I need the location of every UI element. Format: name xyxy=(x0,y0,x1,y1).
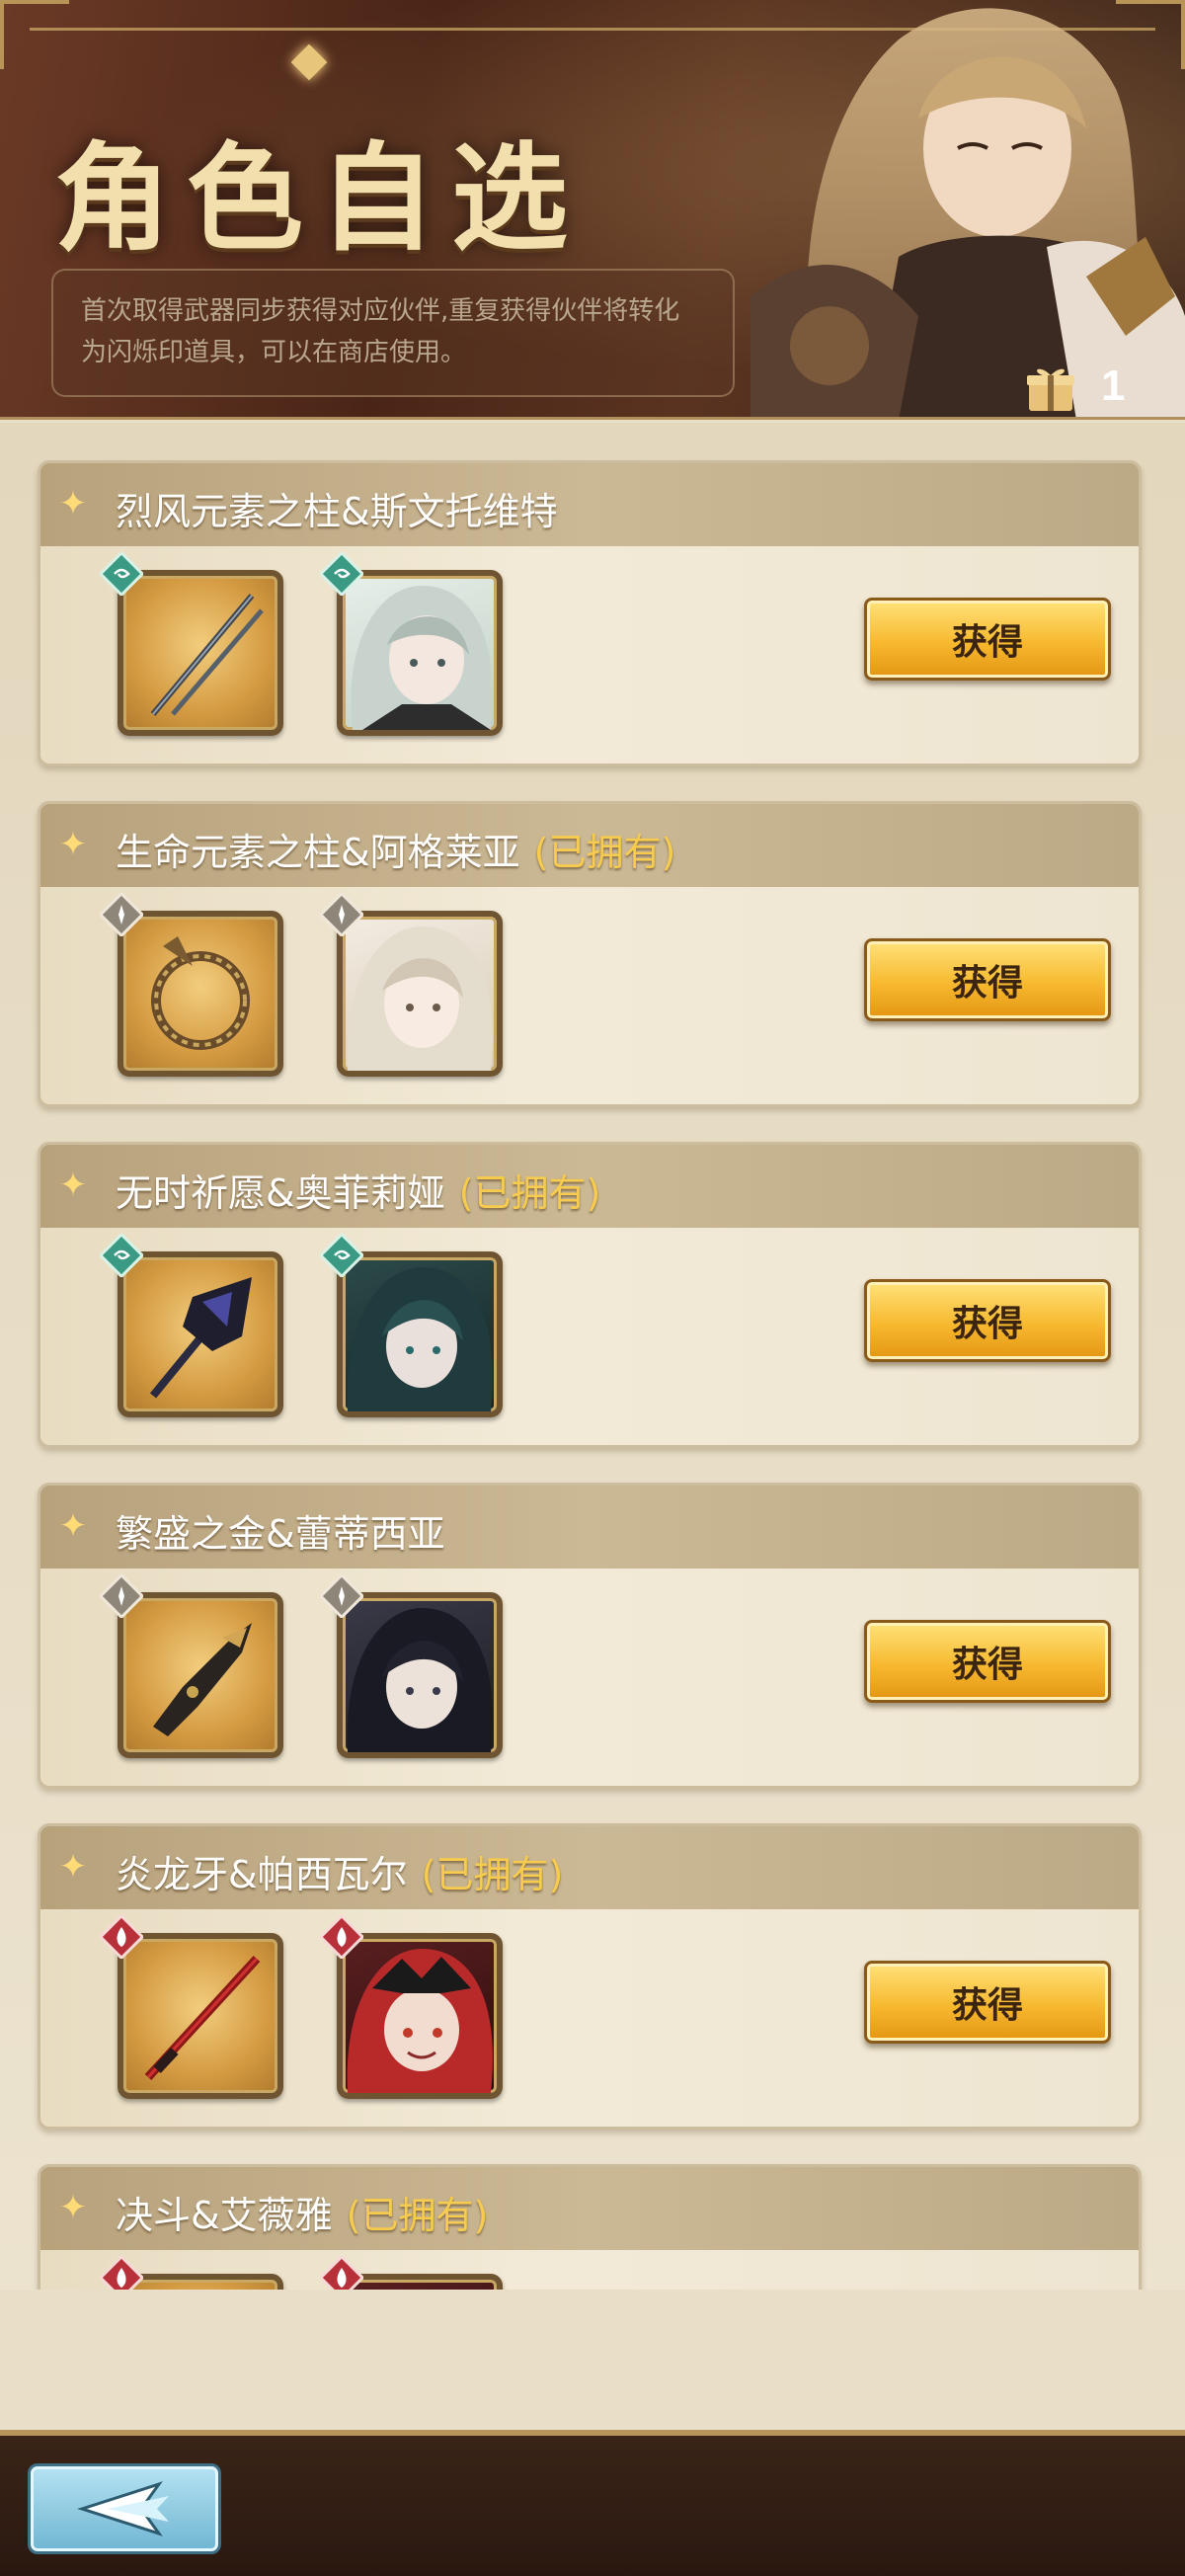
gift-icon[interactable] xyxy=(1025,365,1076,413)
card-title: 烈风元素之柱&斯文托维特 xyxy=(116,481,558,535)
sparkle-icon: ✦ xyxy=(58,825,88,864)
card-title: 无时祈愿&奥菲莉娅 (已拥有) xyxy=(116,1163,600,1217)
card-header: ✦ 炎龙牙&帕西瓦尔 (已拥有) xyxy=(40,1826,1139,1909)
light-element-icon xyxy=(320,1574,363,1618)
card-header: ✦ 决斗&艾薇雅 (已拥有) xyxy=(40,2167,1139,2250)
item-name: 炎龙牙&帕西瓦尔 xyxy=(116,1853,408,1896)
description-text: 首次取得武器同步获得对应伙伴,重复获得伙伴将转化为闪烁印道具，可以在商店使用。 xyxy=(81,296,680,367)
owned-tag: (已拥有) xyxy=(458,1171,601,1215)
description-box: 首次取得武器同步获得对应伙伴,重复获得伙伴将转化为闪烁印道具，可以在商店使用。 xyxy=(51,269,735,397)
wind-element-icon xyxy=(320,552,363,596)
card-title: 生命元素之柱&阿格莱亚 (已拥有) xyxy=(116,822,675,876)
owned-tag: (已拥有) xyxy=(346,2194,489,2237)
page-title: 角色自选 xyxy=(54,129,585,267)
list-item: ✦ 炎龙牙&帕西瓦尔 (已拥有) 获得 xyxy=(38,1823,1142,2130)
sparkle-icon: ✦ xyxy=(58,2188,88,2227)
item-name: 繁盛之金&蕾蒂西亚 xyxy=(116,1512,445,1556)
character-selection-list[interactable]: ✦ 烈风元素之柱&斯文托维特 获得 ✦ 生命元素之柱&阿格莱亚 (已拥有) 获得 xyxy=(0,423,1185,2290)
card-header: ✦ 无时祈愿&奥菲莉娅 (已拥有) xyxy=(40,1145,1139,1228)
wind-element-icon xyxy=(100,1234,143,1277)
sparkle-icon: ✦ xyxy=(58,1506,88,1546)
card-title: 决斗&艾薇雅 (已拥有) xyxy=(116,2185,488,2239)
sparkle-icon: ✦ xyxy=(58,484,88,523)
gift-count: 1 xyxy=(1101,362,1126,410)
light-element-icon xyxy=(100,1574,143,1618)
get-button[interactable]: 获得 xyxy=(864,1279,1111,1362)
light-element-icon xyxy=(320,893,363,936)
fire-element-icon xyxy=(100,1915,143,1959)
owned-tag: (已拥有) xyxy=(421,1853,564,1896)
list-item: ✦ 决斗&艾薇雅 (已拥有) xyxy=(38,2164,1142,2290)
fire-element-icon xyxy=(320,1915,363,1959)
list-item: ✦ 生命元素之柱&阿格莱亚 (已拥有) 获得 xyxy=(38,801,1142,1107)
header-banner: 角色自选 首次取得武器同步获得对应伙伴,重复获得伙伴将转化为闪烁印道具，可以在商… xyxy=(0,0,1185,420)
sparkle-icon: ✦ xyxy=(58,1166,88,1205)
back-button[interactable] xyxy=(28,2463,221,2554)
light-element-icon xyxy=(100,893,143,936)
card-header: ✦ 生命元素之柱&阿格莱亚 (已拥有) xyxy=(40,804,1139,887)
card-header: ✦ 烈风元素之柱&斯文托维特 xyxy=(40,463,1139,546)
get-button[interactable]: 获得 xyxy=(864,1620,1111,1703)
hero-character-illustration xyxy=(750,8,1185,417)
card-title: 炎龙牙&帕西瓦尔 (已拥有) xyxy=(116,1844,563,1898)
item-name: 无时祈愿&奥菲莉娅 xyxy=(116,1171,445,1215)
item-name: 烈风元素之柱&斯文托维特 xyxy=(116,490,558,533)
list-item: ✦ 无时祈愿&奥菲莉娅 (已拥有) 获得 xyxy=(38,1142,1142,1448)
card-title: 繁盛之金&蕾蒂西亚 xyxy=(116,1503,445,1558)
item-name: 决斗&艾薇雅 xyxy=(116,2194,333,2237)
get-button[interactable]: 获得 xyxy=(864,1961,1111,2044)
owned-tag: (已拥有) xyxy=(533,831,676,874)
wind-element-icon xyxy=(100,552,143,596)
card-header: ✦ 繁盛之金&蕾蒂西亚 xyxy=(40,1486,1139,1569)
list-item: ✦ 烈风元素之柱&斯文托维特 获得 xyxy=(38,460,1142,766)
item-name: 生命元素之柱&阿格莱亚 xyxy=(116,831,520,874)
list-item: ✦ 繁盛之金&蕾蒂西亚 获得 xyxy=(38,1483,1142,1789)
fire-element-icon xyxy=(320,2256,363,2290)
get-button[interactable]: 获得 xyxy=(864,598,1111,681)
back-arrow-icon xyxy=(77,2481,169,2536)
wind-element-icon xyxy=(320,1234,363,1277)
get-button[interactable]: 获得 xyxy=(864,938,1111,1021)
sparkle-icon: ✦ xyxy=(58,1847,88,1887)
fire-element-icon xyxy=(100,2256,143,2290)
